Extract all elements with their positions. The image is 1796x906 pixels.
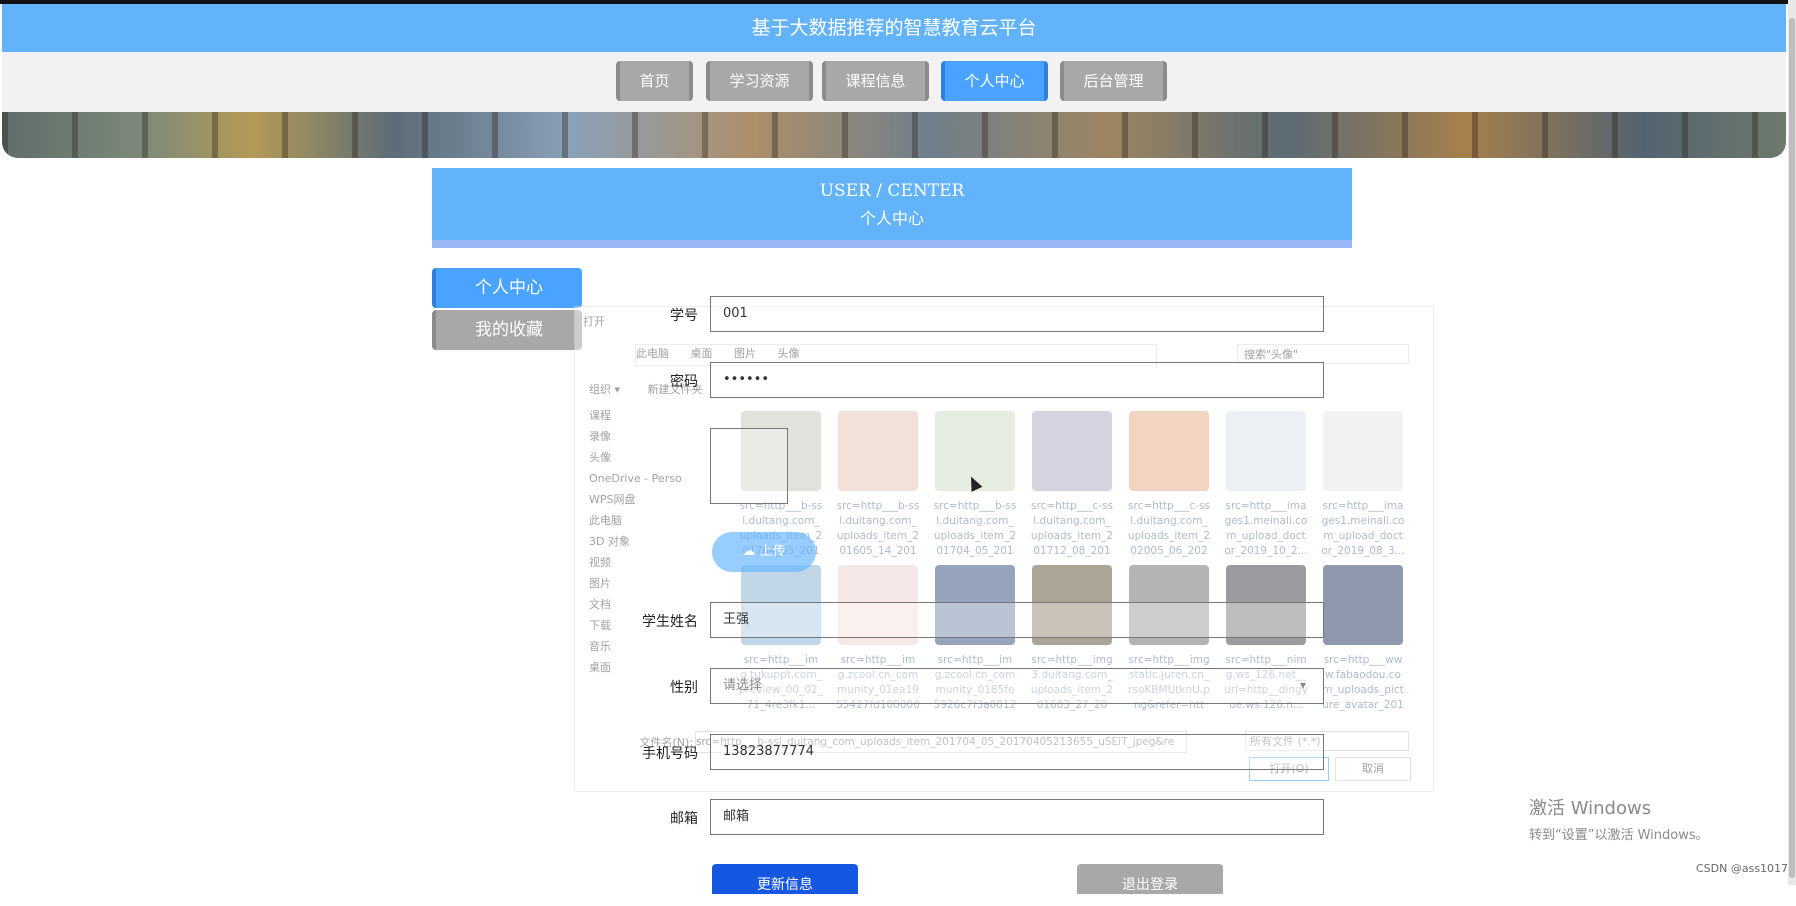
file-name: src=http___images1.meinali.com_upload_do…	[1224, 500, 1308, 557]
path-segment[interactable]: 图片	[734, 347, 756, 360]
chevron-down-icon: ▾	[1300, 678, 1307, 692]
file-thumbnail	[838, 411, 918, 491]
activation-title: 激活 Windows	[1529, 798, 1652, 819]
file-name: src=http___images1.meinali.com_upload_do…	[1321, 500, 1405, 557]
path-segment[interactable]: 此电脑	[636, 347, 669, 360]
file-name: src=http___c-ssl.duitang.com_uploads_ite…	[1127, 500, 1211, 557]
phone-input[interactable]: 13823877774	[710, 734, 1324, 770]
path-segment[interactable]: 头像	[778, 347, 800, 360]
banner-image	[2, 112, 1786, 158]
sidebar-item-favorites[interactable]: 我的收藏	[432, 310, 582, 350]
password-label: 密码	[670, 374, 698, 390]
dialog-folder-tree: 课程 录像 头像 OneDrive - Perso WPS网盘 此电脑 3D 对…	[589, 405, 707, 678]
path-segment[interactable]: 桌面	[691, 347, 713, 360]
tree-item[interactable]: OneDrive - Perso	[589, 468, 707, 489]
email-input[interactable]: 邮箱	[710, 799, 1324, 835]
main-nav: 首页 学习资源 课程信息 个人中心 后台管理	[2, 52, 1786, 112]
file-name: src=http___b-ssl.duitang.com_uploads_ite…	[933, 500, 1017, 557]
phone-label: 手机号码	[642, 746, 698, 762]
site-header: 基于大数据推荐的智慧教育云平台	[2, 4, 1786, 52]
windows-activation-notice: 激活 Windows 转到“设置”以激活 Windows。	[1529, 794, 1709, 843]
tree-item[interactable]: 视频	[589, 552, 707, 573]
tree-item[interactable]: 课程	[589, 405, 707, 426]
avatar-upload-button[interactable]: ☁ 上传	[712, 532, 816, 572]
file-thumbnail	[1032, 411, 1112, 491]
nav-learning-resources[interactable]: 学习资源	[706, 61, 813, 101]
file-item[interactable]: src=http___www.fabaodou.com_uploads_pict…	[1321, 565, 1405, 713]
gender-select[interactable]: 请选择	[710, 668, 1324, 704]
file-name: src=http___www.fabaodou.com_uploads_pict…	[1322, 654, 1404, 711]
tree-item[interactable]: 图片	[589, 573, 707, 594]
sidebar-item-personal-center[interactable]: 个人中心	[432, 268, 582, 308]
user-center-title-cn: 个人中心	[859, 209, 924, 228]
tree-item[interactable]: 3D 对象	[589, 531, 707, 552]
gender-label: 性别	[670, 680, 698, 696]
tree-item[interactable]: WPS网盘	[589, 489, 707, 510]
file-thumbnail	[1226, 411, 1306, 491]
file-item[interactable]: src=http___images1.meinali.com_upload_do…	[1321, 411, 1405, 559]
student-name-input[interactable]: 王强	[710, 602, 1324, 638]
tree-item[interactable]: 音乐	[589, 636, 707, 657]
user-center-title-en: USER / CENTER	[819, 181, 965, 201]
upload-label: 上传	[759, 544, 786, 559]
file-name: src=http___b-ssl.duitang.com_uploads_ite…	[836, 500, 920, 557]
student-name-label: 学生姓名	[642, 614, 698, 630]
student-id-input[interactable]: 001	[710, 296, 1324, 332]
file-item[interactable]: src=http___images1.meinali.com_upload_do…	[1224, 411, 1308, 559]
tree-item[interactable]: 录像	[589, 426, 707, 447]
tree-item[interactable]: 头像	[589, 447, 707, 468]
dialog-search-input[interactable]: 搜索"头像"	[1237, 344, 1409, 364]
user-center-banner: USER / CENTER 个人中心	[432, 168, 1352, 248]
nav-course-info[interactable]: 课程信息	[822, 61, 929, 101]
dialog-cancel-button[interactable]: 取消	[1335, 757, 1411, 781]
email-label: 邮箱	[670, 811, 698, 827]
csdn-watermark: CSDN @ass1017	[1696, 862, 1789, 875]
nav-personal-center[interactable]: 个人中心	[941, 61, 1048, 101]
scrollbar-thumb[interactable]	[1789, 18, 1795, 878]
avatar-preview	[710, 428, 788, 504]
nav-admin[interactable]: 后台管理	[1060, 61, 1167, 101]
cloud-upload-icon: ☁	[742, 544, 756, 559]
activation-subtitle: 转到“设置”以激活 Windows。	[1529, 828, 1709, 843]
site-title: 基于大数据推荐的智慧教育云平台	[751, 17, 1037, 39]
nav-home[interactable]: 首页	[616, 61, 693, 101]
file-item[interactable]: src=http___c-ssl.duitang.com_uploads_ite…	[1127, 411, 1211, 559]
page-scrollbar[interactable]	[1788, 0, 1796, 885]
file-thumbnail	[1323, 411, 1403, 491]
file-thumbnail	[1323, 565, 1403, 645]
tree-item[interactable]: 桌面	[589, 657, 707, 678]
update-info-button[interactable]: 更新信息	[712, 864, 858, 894]
password-input[interactable]: ••••••	[710, 362, 1324, 398]
file-item[interactable]: src=http___b-ssl.duitang.com_uploads_ite…	[836, 411, 920, 559]
file-name: src=http___c-ssl.duitang.com_uploads_ite…	[1030, 500, 1114, 557]
file-thumbnail	[1129, 411, 1209, 491]
file-item[interactable]: src=http___c-ssl.duitang.com_uploads_ite…	[1030, 411, 1114, 559]
dialog-title: 打开	[583, 315, 605, 328]
student-id-label: 学号	[670, 308, 698, 324]
tree-item[interactable]: 此电脑	[589, 510, 707, 531]
logout-button[interactable]: 退出登录	[1077, 864, 1223, 894]
